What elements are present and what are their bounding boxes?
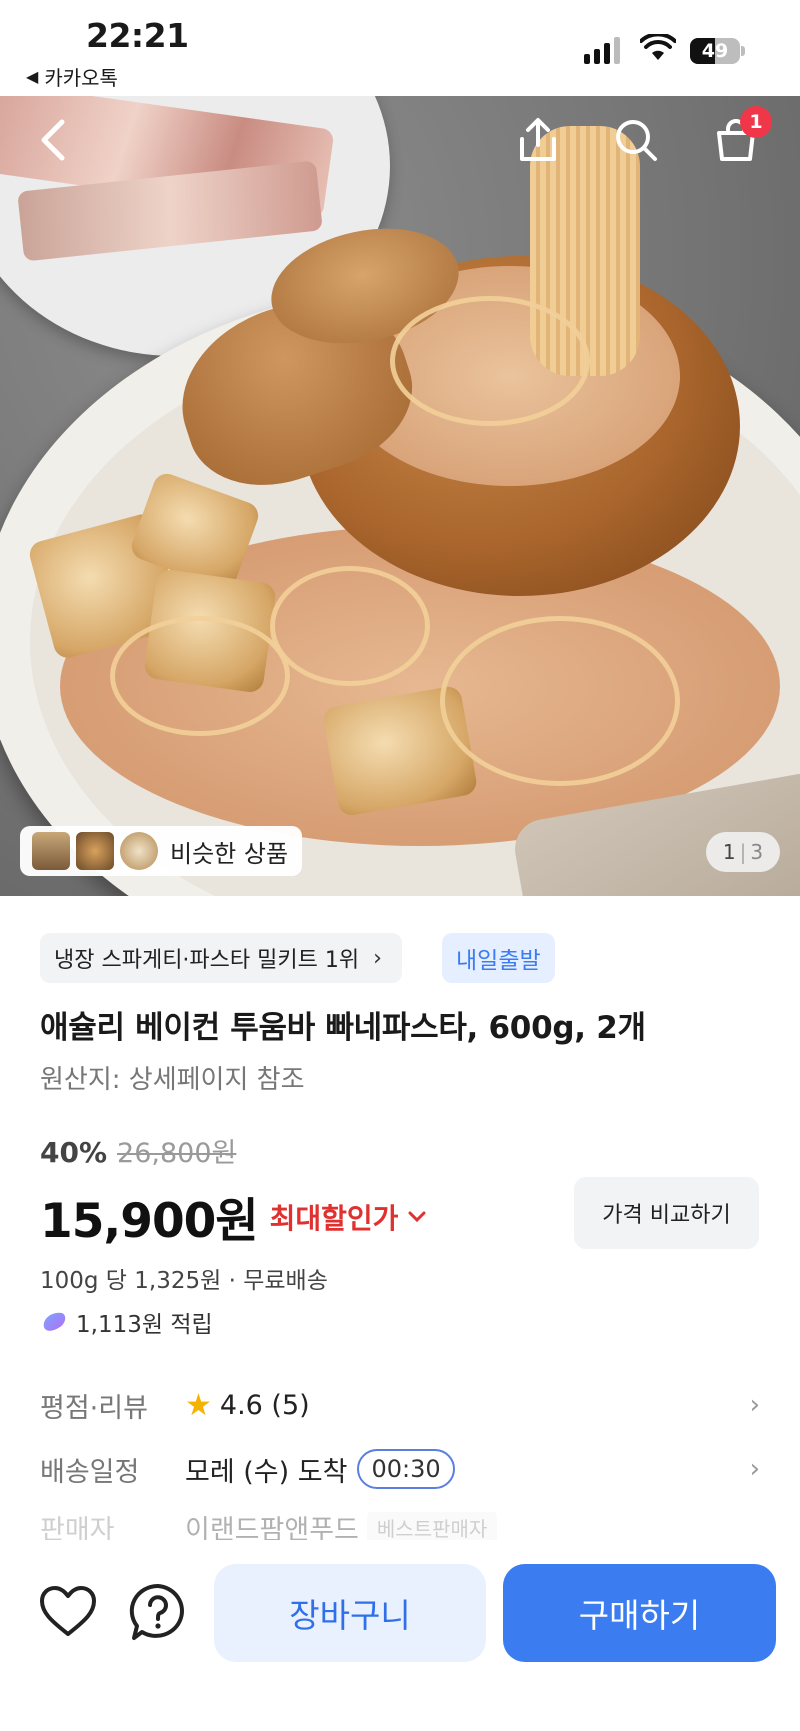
best-price-toggle[interactable]: 최대할인가 xyxy=(270,1197,427,1237)
original-price: 26,800원 xyxy=(117,1138,237,1169)
shipping-arrival: 모레 (수) 도착 xyxy=(185,1456,348,1488)
bottom-action-bar: 장바구니 구매하기 xyxy=(0,1540,800,1731)
pager-total: 3 xyxy=(750,840,764,864)
unit-price-shipping: 100g 당 1,325원 · 무료배송 xyxy=(40,1268,328,1294)
back-app-label: 카카오톡 xyxy=(44,66,118,90)
buy-now-button[interactable]: 구매하기 xyxy=(503,1564,776,1662)
search-icon xyxy=(616,120,657,161)
reward-points: 1,113원 적립 xyxy=(40,1305,213,1339)
search-button[interactable] xyxy=(608,112,664,168)
status-bar: 22:21 ◀ 카카오톡 49 xyxy=(0,0,800,96)
rating-review-key: 평점·리뷰 xyxy=(40,1392,148,1424)
status-time: 22:21 xyxy=(86,16,189,55)
order-countdown-timer: 00:30 xyxy=(357,1449,455,1489)
delivery-badge: 내일출발 xyxy=(442,933,555,983)
similar-product-thumbnail xyxy=(32,832,70,870)
chevron-down-icon xyxy=(408,1211,426,1222)
chevron-right-icon: › xyxy=(373,945,382,971)
back-button[interactable] xyxy=(28,110,78,170)
share-button[interactable] xyxy=(510,112,566,168)
chevron-right-icon: › xyxy=(749,1390,760,1420)
rating-value: 4.6 (5) xyxy=(219,1389,310,1421)
rating-review-row[interactable]: 평점·리뷰 ★ 4.6 (5) › xyxy=(40,1380,760,1430)
sale-price: 15,900원 xyxy=(40,1194,259,1249)
battery-level-text: 49 xyxy=(701,40,729,62)
battery-icon: 49 xyxy=(690,38,745,64)
star-icon: ★ xyxy=(185,1387,212,1423)
category-rank-chip[interactable]: 냉장 스파게티·파스타 밀키트 1위 › xyxy=(40,933,402,983)
similar-products-button[interactable]: 비슷한 상품 xyxy=(20,826,303,876)
add-to-cart-button[interactable]: 장바구니 xyxy=(214,1564,486,1662)
pager-current: 1 xyxy=(722,840,736,864)
heart-icon xyxy=(40,1586,96,1636)
product-image[interactable] xyxy=(0,96,800,896)
best-price-label: 최대할인가 xyxy=(269,1201,399,1235)
compare-price-button[interactable]: 가격 비교하기 xyxy=(574,1177,759,1249)
wifi-icon xyxy=(640,34,676,60)
back-triangle-icon: ◀ xyxy=(26,67,39,86)
share-icon xyxy=(520,118,556,161)
product-inquiry-button[interactable] xyxy=(128,1582,188,1642)
seller-badge: 베스트판매자 xyxy=(366,1512,498,1542)
wishlist-button[interactable] xyxy=(38,1584,98,1640)
image-pager: 1 | 3 xyxy=(706,832,780,872)
shipping-schedule-row[interactable]: 배송일정 모레 (수) 도착 00:30 › xyxy=(40,1444,760,1494)
seller-row[interactable]: 판매자 이랜드팜앤푸드 베스트판매자 xyxy=(40,1512,760,1542)
reward-points-text: 1,113원 적립 xyxy=(76,1312,213,1338)
product-title: 애슐리 베이컨 투움바 빠네파스타, 600g, 2개 xyxy=(40,1010,646,1046)
shipping-schedule-key: 배송일정 xyxy=(40,1456,140,1488)
back-to-app-link[interactable]: ◀ 카카오톡 xyxy=(26,62,118,91)
price-block: 15,900원 최대할인가 xyxy=(40,1182,426,1251)
category-rank-label: 냉장 스파게티·파스타 밀키트 1위 xyxy=(54,948,360,973)
question-bubble-icon xyxy=(129,1583,184,1640)
cart-count-badge: 1 xyxy=(740,106,772,138)
cellular-signal-icon xyxy=(584,36,620,64)
discount-info: 40% 26,800원 xyxy=(40,1131,236,1170)
similar-product-thumbnail xyxy=(76,832,114,870)
seller-key: 판매자 xyxy=(40,1514,115,1543)
chevron-right-icon: › xyxy=(749,1454,760,1484)
chevron-left-icon xyxy=(41,119,65,161)
product-origin: 원산지: 상세페이지 참조 xyxy=(40,1065,305,1095)
similar-product-thumbnail xyxy=(120,832,158,870)
discount-percent: 40% xyxy=(40,1136,108,1169)
similar-products-label: 비슷한 상품 xyxy=(170,839,289,868)
points-gem-icon xyxy=(43,1312,66,1331)
seller-name: 이랜드팜앤푸드 xyxy=(185,1514,359,1543)
